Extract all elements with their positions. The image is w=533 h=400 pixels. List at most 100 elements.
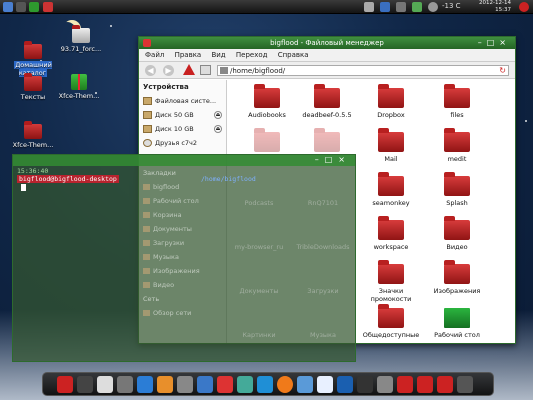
folder-item[interactable]: [295, 128, 359, 155]
settings-icon[interactable]: [117, 376, 133, 393]
tray-network-icon[interactable]: [380, 2, 390, 12]
folder-icon: [220, 67, 228, 74]
reload-icon[interactable]: ↻: [499, 66, 506, 76]
forward-button[interactable]: ▶: [163, 65, 174, 76]
item-label: Изображения: [433, 287, 481, 295]
sidebar-item-filesystem[interactable]: Файловая систе...: [139, 94, 226, 108]
item-label: Значки промокости: [370, 287, 412, 303]
address-bar[interactable]: /home/bigflood/ ↻: [217, 65, 509, 76]
app-icon[interactable]: [257, 376, 273, 393]
messenger-icon[interactable]: [297, 376, 313, 393]
mail-icon[interactable]: [337, 376, 353, 393]
menu-help[interactable]: Справка: [278, 49, 309, 62]
menu-go[interactable]: Переход: [236, 49, 268, 62]
folder-item[interactable]: Dropbox: [359, 84, 423, 119]
app-icon[interactable]: [237, 376, 253, 393]
weather-icon: [428, 2, 438, 12]
folder-item[interactable]: seamonkey: [359, 172, 423, 207]
ghost-item-label: Документы: [239, 287, 279, 295]
paint-icon[interactable]: [157, 376, 173, 393]
back-button[interactable]: ◀: [145, 65, 156, 76]
home-button[interactable]: [200, 65, 211, 75]
top-panel: -13 C 2012-12-14 15:37: [0, 0, 533, 14]
folder-item[interactable]: Audiobooks: [235, 84, 299, 119]
sidebar-item-disk-10[interactable]: Диск 10 GB ⏏: [139, 122, 226, 136]
eject-icon[interactable]: ⏏: [214, 125, 222, 133]
tools-icon[interactable]: [177, 376, 193, 393]
firefox-icon[interactable]: [277, 376, 293, 393]
folder-item[interactable]: medit: [425, 128, 489, 163]
terminal-icon[interactable]: [77, 376, 93, 393]
ghost-item: Изображения: [139, 264, 229, 278]
network-icon[interactable]: [137, 376, 153, 393]
close-icon[interactable]: ×: [499, 38, 511, 47]
item-label: Audiobooks: [248, 111, 286, 119]
desktop-icon-xfce-theme-2[interactable]: Xfce-Them...: [4, 121, 62, 149]
item-label: Dropbox: [377, 111, 405, 119]
window-titlebar[interactable]: bigflood - Файловый менеджер –□×: [139, 37, 515, 49]
close-icon[interactable]: ×: [338, 155, 351, 164]
snowman-icon[interactable]: [317, 376, 333, 393]
menu-view[interactable]: Вид: [211, 49, 225, 62]
folder-icon: [378, 172, 404, 196]
folder-item[interactable]: Splash: [425, 172, 489, 207]
up-button[interactable]: [183, 64, 195, 75]
folder-item[interactable]: files: [425, 84, 489, 119]
tray-app-icon[interactable]: [364, 2, 374, 12]
folder-icon: [24, 73, 42, 91]
menu-file[interactable]: Файл: [145, 49, 164, 62]
desktop-icon-label: 93.71_forc...: [60, 45, 102, 53]
folder-item[interactable]: Видео: [425, 216, 489, 251]
item-label: Общедоступные: [362, 331, 420, 339]
folder-item[interactable]: Значки промокости: [359, 260, 423, 303]
ghost-header: Закладки: [143, 169, 176, 177]
terminal-launcher-icon[interactable]: [16, 2, 26, 12]
power-icon[interactable]: [519, 2, 529, 12]
ghost-item: Документы: [139, 222, 229, 236]
folder-icon[interactable]: [397, 376, 413, 393]
terminal-titlebar[interactable]: –□×: [13, 155, 355, 166]
sidebar-item-disk-50[interactable]: Диск 50 GB ⏏: [139, 108, 226, 122]
folder-item[interactable]: Общедоступные: [359, 304, 423, 339]
menu-edit[interactable]: Правка: [175, 49, 202, 62]
folder-icon[interactable]: [437, 376, 453, 393]
minimize-icon[interactable]: –: [315, 155, 325, 164]
desktop-icon-xfce-theme[interactable]: Xfce-Them...: [50, 74, 108, 100]
folder-icon: [444, 172, 470, 196]
clock[interactable]: 2012-12-14 15:37: [479, 0, 511, 13]
minimize-icon[interactable]: –: [478, 38, 487, 47]
app-icon[interactable]: [377, 376, 393, 393]
folder-item[interactable]: Mail: [359, 128, 423, 163]
item-label: workspace: [373, 243, 409, 251]
sidebar-item-friends[interactable]: Друзья с7ч2: [139, 136, 226, 150]
ghost-grid: Podcasts RnQ7101 my-browser_ru TribleDow…: [227, 169, 355, 361]
terminal-time: 15:36:40: [17, 167, 49, 175]
trash-icon[interactable]: [457, 376, 473, 393]
folder-item[interactable]: deadbeef-0.5.5: [295, 84, 359, 119]
mail-launcher-icon[interactable]: [43, 2, 53, 12]
eject-icon[interactable]: ⏏: [214, 111, 222, 119]
folder-item[interactable]: [235, 128, 299, 155]
app-menu-icon[interactable]: [3, 2, 13, 12]
ghost-item-label: Картинки: [242, 331, 276, 339]
maximize-icon[interactable]: □: [487, 38, 500, 47]
ghost-item-label: TribleDownloads: [296, 243, 350, 251]
folder-item[interactable]: Изображения: [425, 260, 489, 295]
app-icon[interactable]: [197, 376, 213, 393]
folder-item[interactable]: Рабочий стол: [425, 308, 489, 339]
app-icon[interactable]: [217, 376, 233, 393]
terminal-window[interactable]: –□× 15:36:40 bigflood@bigflood-desktop /…: [12, 154, 356, 362]
calculator-icon[interactable]: [97, 376, 113, 393]
tray-volume-icon[interactable]: [396, 2, 406, 12]
maximize-icon[interactable]: □: [325, 155, 339, 164]
folder-icon: [378, 216, 404, 240]
window-title: bigflood - Файловый менеджер: [270, 39, 384, 47]
tray-update-icon[interactable]: [412, 2, 422, 12]
desktop-icon-file[interactable]: 93.71_forc...: [52, 25, 110, 53]
game-launcher-icon[interactable]: [29, 2, 39, 12]
app-icon[interactable]: [357, 376, 373, 393]
desktop-folder-icon: [444, 308, 470, 328]
folder-item[interactable]: workspace: [359, 216, 423, 251]
folder-icon[interactable]: [417, 376, 433, 393]
santa-icon[interactable]: [57, 376, 73, 393]
